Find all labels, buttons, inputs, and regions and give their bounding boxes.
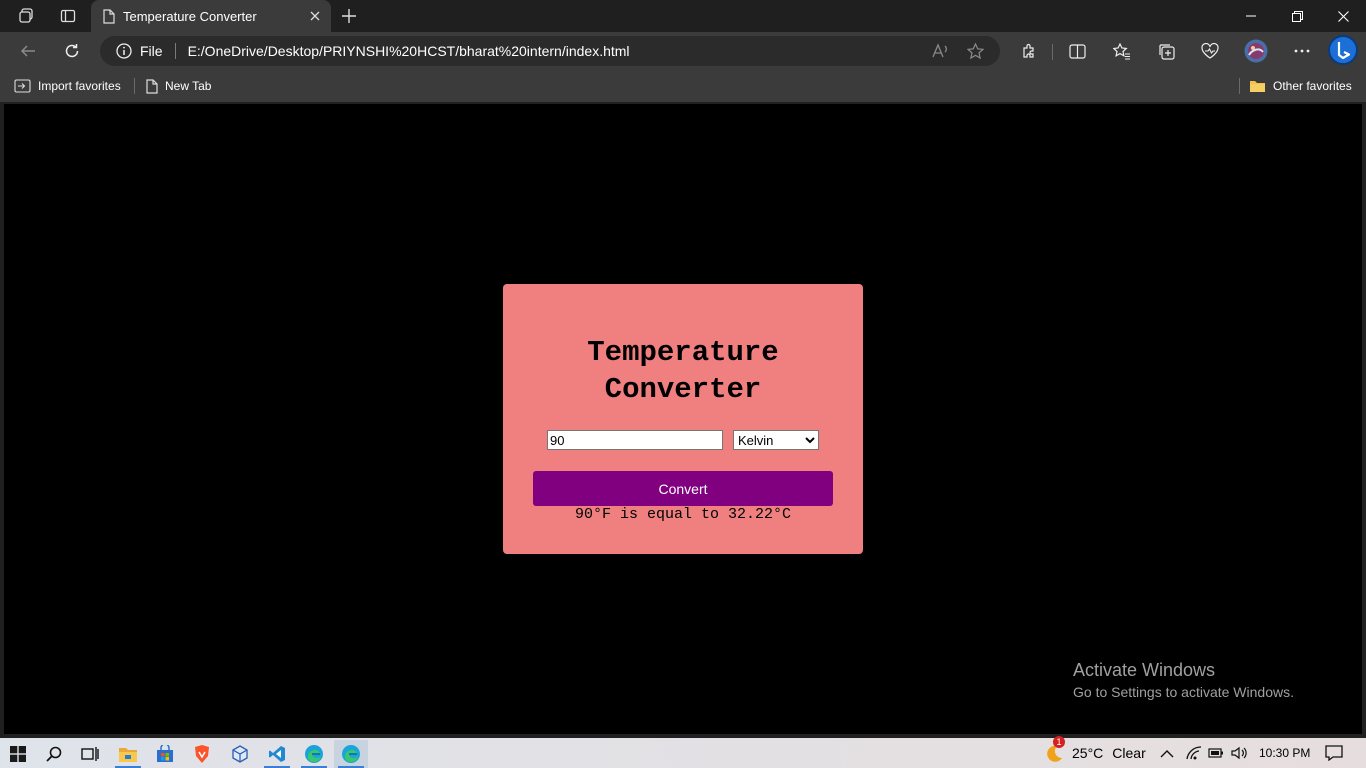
task-view-icon[interactable] xyxy=(73,740,107,768)
address-separator xyxy=(174,43,176,59)
browser-toolbar: File E:/OneDrive/Desktop/PRIYNSHI%20HCST… xyxy=(0,32,1366,70)
edge-active-window-icon[interactable] xyxy=(334,740,368,768)
back-button[interactable] xyxy=(13,36,43,66)
battery-icon[interactable] xyxy=(1208,738,1224,768)
weather-widget[interactable]: 1 25°C Clear xyxy=(1042,736,1146,768)
page-title: Temperature Converter xyxy=(503,334,863,408)
read-aloud-icon[interactable] xyxy=(926,36,956,66)
fav-import-favorites[interactable]: Import favorites xyxy=(14,76,121,96)
page-icon xyxy=(103,8,115,24)
weather-badge: 1 xyxy=(1053,736,1065,748)
profile-avatar[interactable] xyxy=(1240,36,1272,66)
virtualbox-icon[interactable] xyxy=(223,740,257,768)
toolbar-divider xyxy=(1052,44,1053,60)
start-button[interactable] xyxy=(1,740,35,768)
store-icon[interactable] xyxy=(148,740,182,768)
convert-button[interactable]: Convert xyxy=(533,471,833,506)
favorite-star-icon[interactable] xyxy=(960,36,990,66)
show-hidden-icons-icon[interactable] xyxy=(1160,738,1174,768)
unit-select-value: Kelvin xyxy=(738,432,774,448)
import-icon xyxy=(14,78,31,94)
refresh-button[interactable] xyxy=(57,36,87,66)
watermark-subtitle: Go to Settings to activate Windows. xyxy=(1073,684,1294,700)
url-text[interactable]: E:/OneDrive/Desktop/PRIYNSHI%20HCST/bhar… xyxy=(188,43,926,59)
weather-moon-icon: 1 xyxy=(1042,736,1065,764)
fav-new-tab[interactable]: New Tab xyxy=(146,76,211,96)
close-tab-icon[interactable] xyxy=(303,4,327,28)
tab-title: Temperature Converter xyxy=(123,8,257,24)
edge-icon[interactable] xyxy=(297,740,331,768)
fav-label: New Tab xyxy=(165,79,212,93)
workspaces-icon[interactable] xyxy=(12,4,40,28)
temperature-input-value: 90 xyxy=(550,432,565,448)
taskbar: 1 25°C Clear 10:30 PM xyxy=(0,736,1366,768)
split-screen-icon[interactable] xyxy=(1061,36,1093,66)
new-tab-button[interactable] xyxy=(336,4,362,28)
favorites-bar: Import favorites New Tab Other favorites xyxy=(0,70,1366,102)
performance-icon[interactable] xyxy=(1194,36,1226,66)
fav-divider xyxy=(134,78,135,94)
weather-desc: Clear xyxy=(1112,745,1146,761)
page-title-line1: Temperature xyxy=(587,336,779,369)
more-options-icon[interactable] xyxy=(1286,36,1318,66)
fav-divider xyxy=(1239,78,1240,94)
restore-button[interactable] xyxy=(1274,0,1320,32)
page-icon xyxy=(146,78,158,94)
wifi-icon[interactable] xyxy=(1186,738,1202,768)
brave-browser-icon[interactable] xyxy=(185,740,219,768)
weather-temp: 25°C xyxy=(1072,745,1104,761)
tab-strip: Temperature Converter xyxy=(0,0,1366,32)
bing-copilot-icon[interactable] xyxy=(1327,35,1359,65)
collections-icon[interactable] xyxy=(1150,36,1182,66)
converter-card: Temperature Converter 90 Kelvin Convert … xyxy=(503,284,863,554)
notifications-icon[interactable] xyxy=(1325,738,1343,768)
favorites-icon[interactable] xyxy=(1106,36,1138,66)
folder-icon xyxy=(1249,79,1266,93)
conversion-result: 90°F is equal to 32.22°C xyxy=(574,506,792,523)
url-scheme: File xyxy=(140,43,163,59)
page-viewport: Temperature Converter 90 Kelvin Convert … xyxy=(4,104,1362,734)
fav-label: Import favorites xyxy=(38,79,121,93)
fav-label: Other favorites xyxy=(1273,79,1352,93)
unit-select[interactable]: Kelvin xyxy=(733,430,819,450)
tab-temperature-converter[interactable]: Temperature Converter xyxy=(91,0,331,32)
fav-other-favorites[interactable]: Other favorites xyxy=(1249,76,1352,96)
search-icon[interactable] xyxy=(37,740,71,768)
info-icon[interactable] xyxy=(116,43,132,59)
activate-windows-watermark: Activate Windows Go to Settings to activ… xyxy=(1073,660,1294,700)
temperature-input[interactable]: 90 xyxy=(547,430,723,450)
chevron-down-icon xyxy=(805,436,815,444)
volume-icon[interactable] xyxy=(1231,738,1247,768)
tab-actions-icon[interactable] xyxy=(54,4,82,28)
page-title-line2: Converter xyxy=(604,373,762,406)
close-window-button[interactable] xyxy=(1320,0,1366,32)
minimize-button[interactable] xyxy=(1228,0,1274,32)
watermark-title: Activate Windows xyxy=(1073,660,1216,680)
clock-time[interactable]: 10:30 PM xyxy=(1259,738,1310,768)
vscode-icon[interactable] xyxy=(260,740,294,768)
extensions-icon[interactable] xyxy=(1013,36,1045,66)
file-explorer-icon[interactable] xyxy=(111,740,145,768)
address-bar[interactable]: File E:/OneDrive/Desktop/PRIYNSHI%20HCST… xyxy=(100,36,1000,66)
